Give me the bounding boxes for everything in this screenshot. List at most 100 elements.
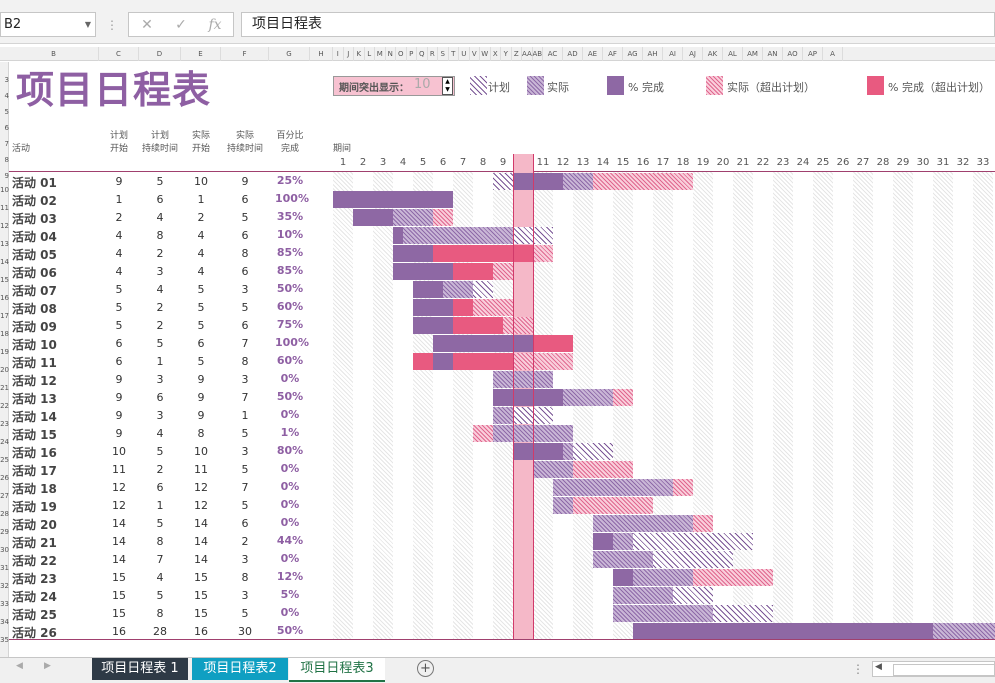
row-header[interactable]: 9 — [0, 172, 9, 180]
sheet-tab-1[interactable]: 项目日程表 1 — [92, 658, 188, 680]
plan-start[interactable]: 14 — [104, 553, 134, 566]
percent-complete[interactable]: 0% — [275, 408, 305, 421]
plan-duration[interactable]: 28 — [145, 625, 175, 638]
tab-scroll-right-icon[interactable]: ▶ — [44, 661, 51, 671]
percent-complete[interactable]: 25% — [275, 174, 305, 187]
column-header[interactable]: AJ — [683, 47, 703, 61]
column-header[interactable]: AC — [543, 47, 563, 61]
row-header[interactable]: 4 — [0, 92, 9, 100]
chevron-down-icon[interactable]: ▼ — [85, 13, 91, 36]
actual-start[interactable]: 5 — [186, 355, 216, 368]
plan-duration[interactable]: 2 — [145, 301, 175, 314]
add-sheet-icon[interactable]: + — [417, 660, 434, 677]
actual-start[interactable]: 5 — [186, 301, 216, 314]
spin-down-icon[interactable]: ▼ — [443, 86, 452, 94]
activity-name[interactable]: 活动 12 — [12, 372, 57, 389]
column-header[interactable]: AN — [763, 47, 783, 61]
column-header[interactable]: F — [221, 47, 269, 61]
actual-duration[interactable]: 8 — [230, 355, 260, 368]
plan-duration[interactable]: 3 — [145, 265, 175, 278]
activity-name[interactable]: 活动 14 — [12, 408, 57, 425]
column-header[interactable]: I — [333, 47, 344, 61]
row-header[interactable]: 23 — [0, 420, 9, 428]
plan-start[interactable]: 16 — [104, 625, 134, 638]
percent-complete[interactable]: 0% — [275, 498, 305, 511]
plan-duration[interactable]: 4 — [145, 571, 175, 584]
actual-duration[interactable]: 2 — [230, 535, 260, 548]
percent-complete[interactable]: 85% — [275, 246, 305, 259]
plan-start[interactable]: 9 — [104, 175, 134, 188]
actual-start[interactable]: 12 — [186, 499, 216, 512]
column-header[interactable]: AD — [563, 47, 583, 61]
plan-duration[interactable]: 5 — [145, 517, 175, 530]
column-header[interactable]: AA — [522, 47, 533, 61]
column-header[interactable]: M — [375, 47, 386, 61]
plan-duration[interactable]: 5 — [145, 445, 175, 458]
insert-function-icon[interactable]: fx — [205, 16, 225, 34]
plan-start[interactable]: 9 — [104, 427, 134, 440]
actual-start[interactable]: 10 — [186, 445, 216, 458]
activity-name[interactable]: 活动 25 — [12, 606, 57, 623]
percent-complete[interactable]: 10% — [275, 228, 305, 241]
percent-complete[interactable]: 44% — [275, 534, 305, 547]
actual-duration[interactable]: 3 — [230, 283, 260, 296]
row-header[interactable]: 34 — [0, 618, 9, 626]
plan-duration[interactable]: 7 — [145, 553, 175, 566]
column-header[interactable]: X — [491, 47, 501, 61]
activity-name[interactable]: 活动 10 — [12, 336, 57, 353]
percent-complete[interactable]: 75% — [275, 318, 305, 331]
plan-start[interactable]: 10 — [104, 445, 134, 458]
column-header[interactable]: E — [181, 47, 221, 61]
plan-duration[interactable]: 4 — [145, 283, 175, 296]
actual-duration[interactable]: 30 — [230, 625, 260, 638]
actual-start[interactable]: 4 — [186, 265, 216, 278]
tab-scroll-left-icon[interactable]: ◀ — [16, 661, 23, 671]
column-header[interactable]: K — [354, 47, 365, 61]
plan-duration[interactable]: 1 — [145, 499, 175, 512]
plan-start[interactable]: 15 — [104, 607, 134, 620]
actual-duration[interactable]: 8 — [230, 571, 260, 584]
plan-start[interactable]: 11 — [104, 463, 134, 476]
actual-start[interactable]: 9 — [186, 409, 216, 422]
percent-complete[interactable]: 0% — [275, 606, 305, 619]
activity-name[interactable]: 活动 15 — [12, 426, 57, 443]
percent-complete[interactable]: 85% — [275, 264, 305, 277]
actual-start[interactable]: 5 — [186, 283, 216, 296]
plan-start[interactable]: 2 — [104, 211, 134, 224]
plan-duration[interactable]: 1 — [145, 355, 175, 368]
row-header[interactable]: 33 — [0, 600, 9, 608]
actual-start[interactable]: 8 — [186, 427, 216, 440]
plan-start[interactable]: 6 — [104, 337, 134, 350]
actual-start[interactable]: 14 — [186, 535, 216, 548]
row-header[interactable]: 21 — [0, 384, 9, 392]
row-header[interactable]: 25 — [0, 456, 9, 464]
column-header[interactable]: Q — [417, 47, 428, 61]
plan-duration[interactable]: 6 — [145, 481, 175, 494]
activity-name[interactable]: 活动 22 — [12, 552, 57, 569]
column-header[interactable]: Z — [512, 47, 522, 61]
actual-duration[interactable]: 3 — [230, 553, 260, 566]
formula-input[interactable]: 项目日程表 — [241, 12, 995, 37]
actual-duration[interactable]: 6 — [230, 265, 260, 278]
row-header[interactable]: 24 — [0, 438, 9, 446]
column-header[interactable]: AE — [583, 47, 603, 61]
activity-name[interactable]: 活动 23 — [12, 570, 57, 587]
plan-start[interactable]: 6 — [104, 355, 134, 368]
row-header[interactable]: 13 — [0, 240, 9, 248]
row-header[interactable]: 32 — [0, 582, 9, 590]
scroll-thumb[interactable] — [893, 664, 995, 676]
activity-name[interactable]: 活动 16 — [12, 444, 57, 461]
plan-start[interactable]: 5 — [104, 283, 134, 296]
actual-duration[interactable]: 5 — [230, 463, 260, 476]
column-header[interactable]: D — [139, 47, 181, 61]
activity-name[interactable]: 活动 24 — [12, 588, 57, 605]
actual-start[interactable]: 2 — [186, 211, 216, 224]
row-header[interactable]: 22 — [0, 402, 9, 410]
activity-name[interactable]: 活动 19 — [12, 498, 57, 515]
percent-complete[interactable]: 100% — [275, 192, 309, 205]
actual-duration[interactable]: 6 — [230, 517, 260, 530]
plan-start[interactable]: 15 — [104, 571, 134, 584]
percent-complete[interactable]: 12% — [275, 570, 305, 583]
actual-duration[interactable]: 3 — [230, 589, 260, 602]
row-header[interactable]: 5 — [0, 108, 9, 116]
